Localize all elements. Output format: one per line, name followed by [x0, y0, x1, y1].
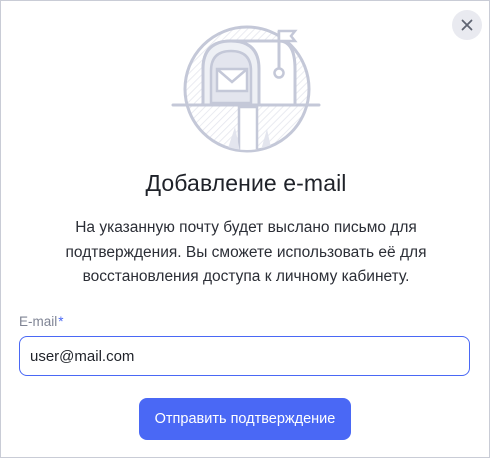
email-input[interactable] — [19, 336, 470, 376]
email-label-text: E-mail — [19, 314, 58, 329]
close-button[interactable] — [452, 10, 482, 40]
send-confirmation-button[interactable]: Отправить подтверждение — [139, 398, 351, 440]
email-label: E-mail* — [19, 314, 64, 329]
close-icon — [461, 19, 473, 31]
mailbox-icon — [171, 25, 321, 153]
dialog-description: На указанную почту будет выслано письмо … — [65, 219, 427, 285]
required-mark: * — [58, 314, 64, 329]
dialog-title: Добавление e-mail — [145, 170, 347, 196]
email-dialog: Добавление e-mail На указанную почту буд… — [0, 0, 490, 458]
